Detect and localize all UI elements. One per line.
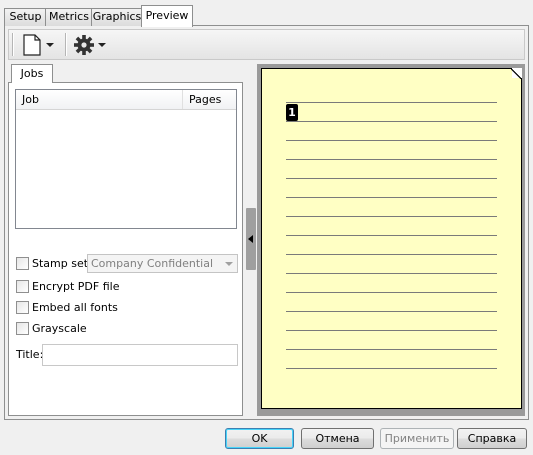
new-document-button[interactable]: [21, 33, 59, 57]
tab-preview[interactable]: Preview: [141, 5, 193, 27]
chevron-down-icon: [46, 43, 54, 47]
ok-button[interactable]: OK: [225, 428, 294, 449]
settings-button[interactable]: [73, 33, 111, 57]
jobs-list-header: Job Pages: [16, 90, 236, 110]
page-line: [286, 349, 497, 350]
tab-setup[interactable]: Setup: [4, 8, 47, 26]
gear-icon: [74, 35, 106, 55]
page-line: [286, 159, 497, 160]
page-line: [286, 197, 497, 198]
grayscale-label: Grayscale: [32, 322, 87, 335]
page-line: [286, 330, 497, 331]
embed-fonts-checkbox[interactable]: [16, 301, 29, 314]
collapse-arrow-icon: [248, 235, 253, 243]
help-button[interactable]: Справка: [457, 428, 527, 449]
title-input[interactable]: [42, 344, 238, 366]
page-line: [286, 140, 497, 141]
chevron-down-icon: [225, 262, 233, 266]
page-line: [286, 102, 497, 103]
chevron-down-icon: [98, 43, 106, 47]
toolbar-grip: [12, 33, 14, 56]
panel-splitter[interactable]: [246, 208, 256, 270]
page-line: [286, 121, 497, 122]
column-job[interactable]: Job: [16, 90, 182, 109]
tab-jobs[interactable]: Jobs: [11, 64, 53, 83]
stamp-set-select[interactable]: Company Confidential: [87, 254, 238, 273]
page-line: [286, 273, 497, 274]
page-line: [286, 254, 497, 255]
toolbar-separator: [65, 33, 67, 56]
tab-metrics[interactable]: Metrics: [45, 8, 93, 26]
cancel-button[interactable]: Отмена: [301, 428, 374, 449]
page-line: [286, 235, 497, 236]
stamp-set-checkbox[interactable]: [16, 257, 29, 270]
embed-fonts-label: Embed all fonts: [32, 301, 118, 314]
encrypt-pdf-checkbox[interactable]: [16, 280, 29, 293]
jobs-list[interactable]: Job Pages: [15, 89, 237, 229]
page-line: [286, 178, 497, 179]
title-label: Title:: [16, 348, 44, 361]
page-number-badge: 1: [286, 104, 298, 121]
encrypt-pdf-label: Encrypt PDF file: [32, 280, 120, 293]
jobs-frame: Job Pages Stamp set: Company Confidentia…: [8, 82, 243, 416]
new-document-icon: [23, 34, 54, 56]
stamp-set-value: Company Confidential: [91, 257, 214, 270]
preview-page: 1: [261, 68, 522, 409]
apply-button[interactable]: Применить: [380, 428, 454, 449]
toolbar: [8, 29, 525, 60]
stamp-set-label: Stamp set:: [32, 257, 92, 270]
page-line: [286, 311, 497, 312]
tab-graphics[interactable]: Graphics: [91, 8, 143, 26]
jobs-panel: Jobs Job Pages Stamp set: Company Confid…: [8, 64, 244, 416]
page-line: [286, 216, 497, 217]
page-line: [286, 292, 497, 293]
column-pages[interactable]: Pages: [182, 90, 236, 109]
grayscale-checkbox[interactable]: [16, 322, 29, 335]
page-line: [286, 368, 497, 369]
